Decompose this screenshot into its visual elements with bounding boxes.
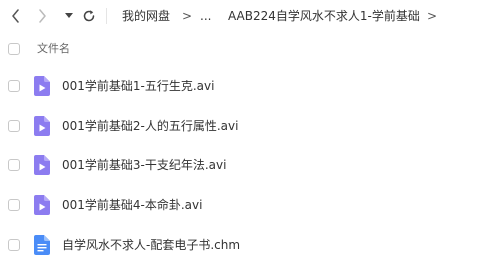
refresh-button[interactable] [80, 6, 98, 26]
breadcrumb-separator: > [182, 9, 193, 23]
file-row[interactable]: 001学前基础2-人的五行属性.avi [0, 106, 492, 146]
file-row[interactable]: 001学前基础4-本命卦.avi [0, 185, 492, 225]
back-button[interactable] [8, 6, 24, 26]
row-checkbox[interactable] [8, 159, 20, 171]
row-checkbox[interactable] [8, 199, 20, 211]
column-header-filename[interactable]: 文件名 [37, 41, 70, 57]
forward-button[interactable] [34, 6, 50, 26]
document-file-icon [34, 235, 50, 255]
breadcrumb-root-link[interactable]: 我的网盘 [122, 8, 170, 24]
caret-down-icon [65, 13, 73, 18]
row-checkbox[interactable] [8, 120, 20, 132]
video-file-icon [34, 155, 50, 175]
chevron-left-icon [12, 9, 19, 23]
breadcrumb-current-folder[interactable]: AAB224自学风水不求人1-学前基础 [228, 8, 420, 24]
breadcrumb-ellipsis[interactable]: ... [200, 8, 211, 24]
file-row[interactable]: 001学前基础3-干支纪年法.avi [0, 145, 492, 185]
row-checkbox[interactable] [8, 239, 20, 251]
file-name[interactable]: 001学前基础1-五行生克.avi [62, 78, 214, 94]
file-list-header: 文件名 [0, 36, 492, 62]
file-row[interactable]: 自学风水不求人-配套电子书.chm [0, 225, 492, 265]
toolbar: 我的网盘 > ... AAB224自学风水不求人1-学前基础 > [0, 0, 492, 32]
file-name[interactable]: 001学前基础4-本命卦.avi [62, 197, 202, 213]
chevron-right-icon [39, 9, 46, 23]
row-checkbox[interactable] [8, 80, 20, 92]
toolbar-divider [106, 8, 107, 24]
select-all-checkbox[interactable] [8, 43, 20, 55]
breadcrumb-separator[interactable]: > [427, 8, 437, 24]
video-file-icon [34, 116, 50, 136]
video-file-icon [34, 195, 50, 215]
file-name[interactable]: 自学风水不求人-配套电子书.chm [62, 237, 240, 253]
history-dropdown-button[interactable] [62, 6, 76, 26]
video-file-icon [34, 76, 50, 96]
refresh-icon [83, 10, 95, 22]
file-row[interactable]: 001学前基础1-五行生克.avi [0, 66, 492, 106]
file-name[interactable]: 001学前基础3-干支纪年法.avi [62, 157, 226, 173]
file-name[interactable]: 001学前基础2-人的五行属性.avi [62, 118, 238, 134]
